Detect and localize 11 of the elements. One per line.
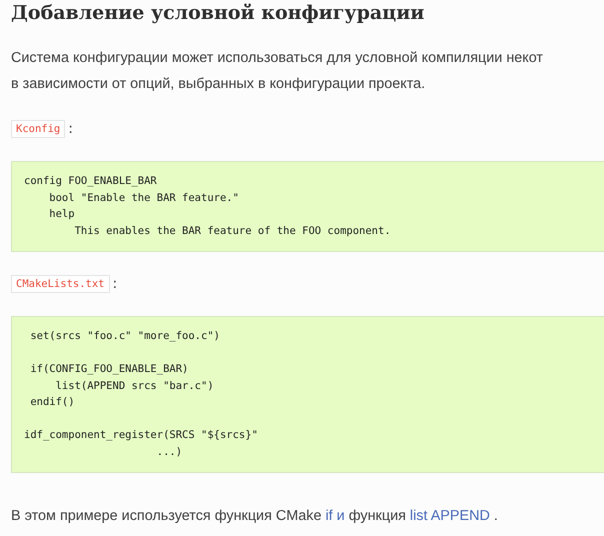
- code-text: config FOO_ENABLE_BAR bool "Enable the BAR feature." help This enables the BAR feature of the FOO component.: [24, 174, 391, 238]
- intro-paragraph: Система конфигурации может использоваться для условной компиляции некот в зависимости от опций, выбранных в конфигурации проекта.: [11, 49, 544, 94]
- file-name: CMakeLists.txt: [11, 275, 110, 293]
- code-text: set(srcs "foo.c" "more_foo.c") if(CONFIG_FOO_ENABLE_BAR) list(APPEND srcs "bar.c") endif() idf_component_register(SRCS "${srcs}" ...): [24, 329, 258, 460]
- doc-link[interactable]: if и: [325, 508, 345, 524]
- section-heading: Добавление условной конфигурации: [11, 1, 426, 26]
- doc-link[interactable]: list APPEND: [410, 508, 490, 524]
- file-name: Kconfig: [11, 120, 66, 138]
- footer-paragraph: В этом примере используется функция CMake if и функция list APPEND .: [11, 507, 499, 526]
- label-colon: :: [112, 276, 118, 292]
- label-colon: :: [68, 121, 73, 137]
